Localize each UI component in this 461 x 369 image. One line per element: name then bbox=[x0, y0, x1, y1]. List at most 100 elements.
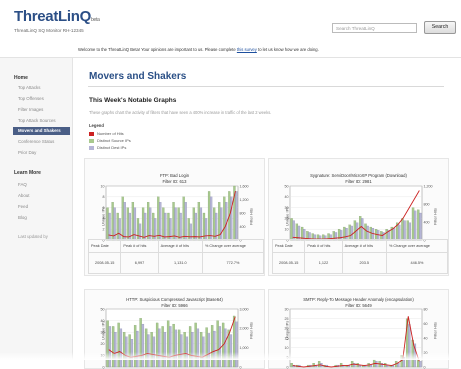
page-title: Movers and Shakers bbox=[89, 71, 187, 82]
sidebar-heading-learn-more: Learn More bbox=[14, 170, 41, 176]
col-peak-date: Peak Date bbox=[87, 239, 122, 253]
sidebar-item-about[interactable]: About bbox=[18, 193, 29, 198]
stats-table-servidoor: Peak Date Peak # of hits Average # of hi… bbox=[271, 239, 449, 274]
bar-source-ips bbox=[121, 196, 124, 241]
bar-dest-ips bbox=[408, 324, 411, 368]
search-button[interactable]: Search bbox=[424, 21, 456, 34]
bar-dest-ips bbox=[154, 218, 157, 241]
bar-dest-ips bbox=[235, 321, 238, 368]
bar-dest-ips bbox=[229, 334, 233, 368]
y-tick-label: 30 bbox=[101, 331, 105, 335]
bar-dest-ips bbox=[196, 328, 200, 368]
y-tick-label: 40 bbox=[101, 319, 105, 323]
bar-source-ips bbox=[411, 207, 415, 241]
bar-dest-ips bbox=[366, 225, 369, 241]
y-tick-label: 25 bbox=[285, 317, 289, 321]
bar-source-ips bbox=[197, 202, 201, 241]
bar-dest-ips bbox=[209, 196, 213, 241]
bar-dest-ips bbox=[355, 222, 359, 241]
bar-source-ips bbox=[126, 207, 129, 241]
y-tick-label: 2 bbox=[103, 228, 105, 232]
bar-source-ips bbox=[210, 325, 214, 368]
bottom-fade bbox=[0, 352, 461, 360]
bar-source-ips bbox=[116, 212, 119, 241]
bar-dest-ips bbox=[119, 328, 123, 368]
bar-source-ips bbox=[213, 207, 216, 241]
y-tick-label: 20 bbox=[285, 327, 289, 331]
bar-dest-ips bbox=[138, 223, 142, 241]
bar-source-ips bbox=[339, 363, 343, 368]
bar-source-ips bbox=[161, 326, 164, 368]
bar-dest-ips bbox=[199, 207, 203, 241]
sidebar-item-faq[interactable]: FAQ bbox=[18, 182, 27, 187]
bar-dest-ips bbox=[174, 207, 177, 241]
sidebar-heading-home[interactable]: Home bbox=[14, 75, 28, 81]
bar-source-ips bbox=[312, 363, 315, 368]
bar-dest-ips bbox=[149, 207, 152, 241]
sidebar-item-top-offenses[interactable]: Top Offenses bbox=[18, 96, 44, 101]
survey-link[interactable]: this survey bbox=[237, 47, 257, 52]
y-tick-label: 50 bbox=[285, 184, 289, 188]
sidebar-item-feed[interactable]: Feed bbox=[18, 204, 28, 209]
bar-source-ips bbox=[406, 220, 409, 241]
bar-source-ips bbox=[177, 329, 181, 368]
cell-peak-hits: 1,122 bbox=[304, 252, 343, 274]
sidebar-item-filter-images[interactable]: Filter Images bbox=[18, 107, 43, 112]
bar-dest-ips bbox=[230, 196, 233, 241]
bar-source-ips bbox=[136, 218, 140, 241]
bar-source-ips bbox=[364, 223, 367, 241]
y-tick-label: 4 bbox=[103, 217, 105, 221]
legend-swatch-dest-ips bbox=[89, 145, 94, 150]
bar-source-ips bbox=[157, 196, 160, 241]
sidebar-item-movers-and-shakers[interactable]: Movers and Shakers bbox=[13, 127, 70, 135]
bar-source-ips bbox=[111, 202, 114, 241]
threatlinq-logo[interactable]: ThreatLinQbeta bbox=[14, 8, 100, 25]
col-percent-change: % Change over average bbox=[201, 239, 265, 253]
bar-dest-ips bbox=[118, 218, 121, 241]
col-average-hits: Average # of hits bbox=[341, 239, 387, 253]
bar-dest-ips bbox=[143, 212, 147, 241]
bar-dest-ips bbox=[180, 334, 183, 368]
section-description: These graphs chart the activity of filte… bbox=[89, 110, 272, 115]
section-title: This Week's Notable Graphs bbox=[89, 97, 177, 104]
bar-source-ips bbox=[162, 207, 165, 241]
bar-source-ips bbox=[141, 207, 145, 241]
bar-dest-ips bbox=[220, 207, 223, 241]
bar-dest-ips bbox=[114, 332, 117, 368]
search-input[interactable]: Search ThreatLinQ bbox=[332, 23, 417, 33]
sidebar-item-conference-status[interactable]: Conference Status bbox=[18, 139, 54, 144]
bar-source-ips bbox=[205, 327, 208, 368]
bar-source-ips bbox=[133, 325, 137, 368]
col-peak-date: Peak Date bbox=[271, 239, 306, 253]
y-tick-label: 20 bbox=[285, 217, 289, 221]
bar-dest-ips bbox=[419, 361, 422, 368]
bar-dest-ips bbox=[141, 323, 145, 368]
bar-source-ips bbox=[199, 332, 203, 368]
y2-tick-label: 80 bbox=[424, 307, 428, 311]
bar-dest-ips bbox=[108, 212, 111, 241]
bar-source-ips bbox=[353, 220, 357, 241]
bar-dest-ips bbox=[235, 191, 238, 241]
bar-dest-ips bbox=[361, 218, 364, 241]
bar-dest-ips bbox=[403, 220, 406, 241]
sidebar-item-top-attack-sources[interactable]: Top Attack Sources bbox=[18, 118, 56, 123]
cell-average-hits: 1,131.0 bbox=[157, 252, 203, 274]
bar-source-ips bbox=[401, 218, 404, 241]
bar-dest-ips bbox=[147, 334, 150, 368]
cell-peak-date: 2008-05-15 bbox=[271, 252, 306, 274]
y-tick-label: 10 bbox=[285, 228, 289, 232]
bar-source-ips bbox=[166, 320, 170, 368]
sidebar-item-blog[interactable]: Blog bbox=[18, 215, 27, 220]
bar-dest-ips bbox=[174, 329, 178, 368]
sidebar-item-prior-day[interactable]: Prior Day bbox=[18, 150, 36, 155]
bar-dest-ips bbox=[163, 332, 167, 368]
stats-table-ftp: Peak Date Peak # of hits Average # of hi… bbox=[87, 239, 265, 274]
bar-source-ips bbox=[177, 207, 180, 241]
y2-tick-label: 1,200 bbox=[240, 198, 249, 202]
bar-dest-ips bbox=[191, 332, 194, 368]
sidebar-item-top-attacks[interactable]: Top Attacks bbox=[18, 85, 40, 90]
y2-tick-label: 2,000 bbox=[240, 327, 249, 331]
legend-item-hits: Number of Hits bbox=[89, 131, 124, 136]
table-row: 2008-05-15 1,122 203.5 446.5% bbox=[271, 252, 449, 274]
bar-source-ips bbox=[172, 323, 175, 368]
